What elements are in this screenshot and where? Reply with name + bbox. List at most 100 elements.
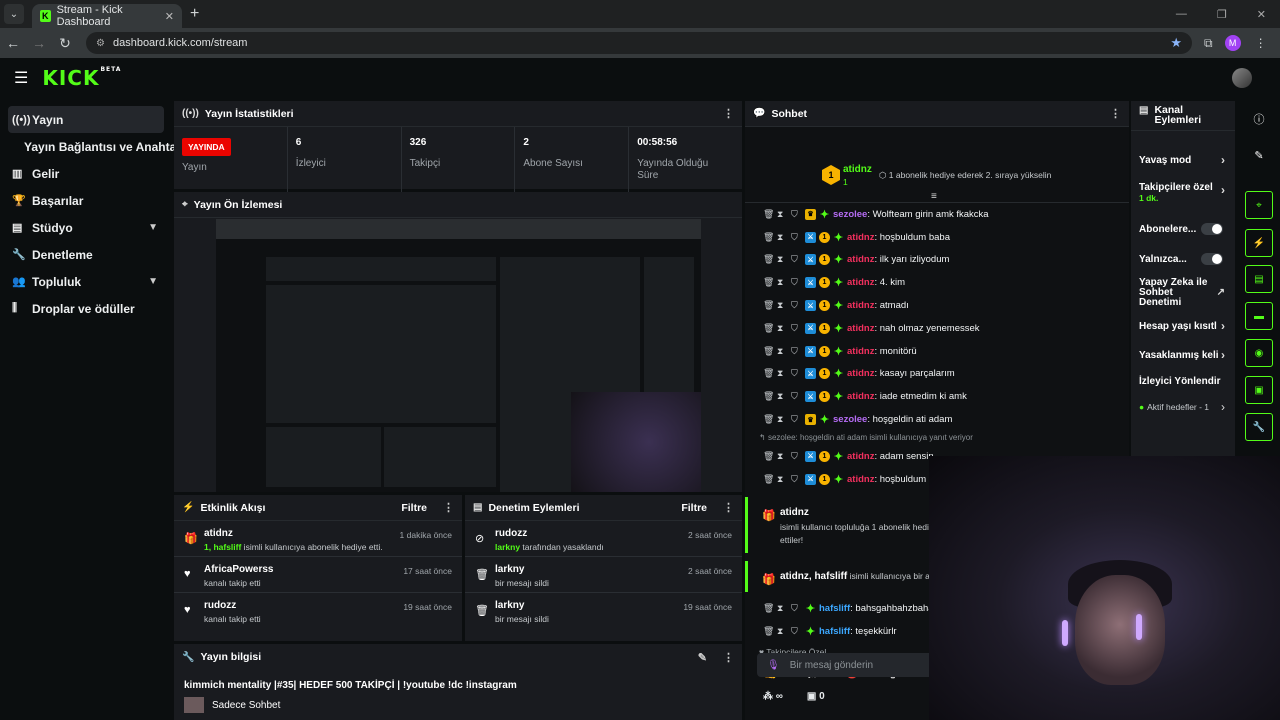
address-bar[interactable]: ⚙ dashboard.kick.com/stream ★ xyxy=(86,32,1192,54)
sidebar-item-denetleme[interactable]: 🔧 Denetleme xyxy=(0,241,172,268)
sidebar-item-basarilar[interactable]: 🏆 Başarılar xyxy=(0,187,172,214)
ban-shield-icon[interactable]: ⛉ xyxy=(791,232,805,243)
delete-icon[interactable]: 🗑 xyxy=(763,451,777,462)
ban-shield-icon[interactable]: ⛉ xyxy=(791,414,805,425)
chat-username[interactable]: atidnz xyxy=(847,232,874,243)
edit-pencil-icon[interactable]: ✎ xyxy=(1245,141,1273,169)
new-tab-icon[interactable]: + xyxy=(190,5,199,23)
filter-button[interactable]: Filtre xyxy=(681,502,707,514)
ban-shield-icon[interactable]: ⛉ xyxy=(791,391,805,402)
hamburger-menu-icon[interactable]: ☰ xyxy=(14,68,28,88)
delete-icon[interactable]: 🗑 xyxy=(763,368,777,379)
ban-shield-icon[interactable]: ⛉ xyxy=(791,277,805,288)
emotes-only-action[interactable]: Yalnızca... xyxy=(1131,245,1235,273)
chat-username[interactable]: atidnz xyxy=(847,277,874,288)
delete-icon[interactable]: 🗑 xyxy=(763,254,777,265)
timeout-icon[interactable]: ⧗ xyxy=(777,474,791,485)
delete-icon[interactable]: 🗑 xyxy=(763,346,777,357)
lightning-icon[interactable]: ⚡ xyxy=(1245,229,1273,257)
timeout-icon[interactable]: ⧗ xyxy=(777,277,791,288)
chat-username[interactable]: atidnz xyxy=(847,474,874,485)
close-window-icon[interactable]: ✕ xyxy=(1257,8,1266,21)
chat-username[interactable]: atidnz xyxy=(847,368,874,379)
minimize-icon[interactable]: — xyxy=(1176,8,1187,21)
timeout-icon[interactable]: ⧗ xyxy=(777,232,791,243)
timeout-icon[interactable]: ⧗ xyxy=(777,323,791,334)
ban-shield-icon[interactable]: ⛉ xyxy=(791,254,805,265)
restore-icon[interactable]: ❐ xyxy=(1217,8,1227,21)
timeout-icon[interactable]: ⧗ xyxy=(777,254,791,265)
chat-username[interactable]: atidnz xyxy=(847,300,874,311)
ban-shield-icon[interactable]: ⛉ xyxy=(791,603,805,614)
account-age-action[interactable]: Hesap yaşı kısıtl › xyxy=(1131,313,1235,339)
kick-logo[interactable]: KICKBETA xyxy=(42,66,121,90)
ban-shield-icon[interactable]: ⛉ xyxy=(791,300,805,311)
delete-icon[interactable]: 🗑 xyxy=(763,232,777,243)
emotes-only-toggle[interactable] xyxy=(1201,253,1223,265)
browser-tab[interactable]: K Stream - Kick Dashboard ✕ xyxy=(32,4,182,28)
bookmark-star-icon[interactable]: ★ xyxy=(1170,35,1182,51)
timeout-icon[interactable]: ⧗ xyxy=(777,346,791,357)
layout-icon[interactable]: ▣ xyxy=(1245,376,1273,404)
raid-action[interactable]: İzleyici Yönlendir xyxy=(1131,371,1235,391)
ban-shield-icon[interactable]: ⛉ xyxy=(791,209,805,220)
active-goals-action[interactable]: ● Aktif hedefler - 1 › xyxy=(1131,391,1235,423)
slow-mode-action[interactable]: Yavaş mod › xyxy=(1131,143,1235,177)
subscribers-only-toggle[interactable] xyxy=(1201,223,1223,235)
sidebar-item-gelir[interactable]: ▥ Gelir xyxy=(0,160,172,187)
delete-icon[interactable]: 🗑 xyxy=(763,626,777,637)
points-icon[interactable]: ⁂ ∞ xyxy=(763,691,783,702)
user-avatar[interactable] xyxy=(1232,68,1252,88)
chat-username[interactable]: atidnz xyxy=(847,254,874,265)
preview-toggle-icon[interactable]: ⌖ xyxy=(1245,191,1273,219)
collapse-icon[interactable]: ≡ xyxy=(931,191,937,202)
timeout-icon[interactable]: ⧗ xyxy=(777,414,791,425)
more-options-icon[interactable]: ⋮ xyxy=(1110,107,1121,120)
more-options-icon[interactable]: ⋮ xyxy=(723,107,734,120)
chat-username[interactable]: atidnz xyxy=(847,323,874,334)
ban-shield-icon[interactable]: ⛉ xyxy=(791,474,805,485)
extensions-icon[interactable]: ⧉ xyxy=(1204,36,1213,51)
delete-icon[interactable]: 🗑 xyxy=(763,474,777,485)
chat-username[interactable]: atidnz xyxy=(847,346,874,357)
timeout-icon[interactable]: ⧗ xyxy=(777,451,791,462)
chat-username[interactable]: sezolee xyxy=(833,209,867,220)
pinned-user[interactable]: atidnz xyxy=(843,164,872,175)
filter-button[interactable]: Filtre xyxy=(401,502,427,514)
ban-shield-icon[interactable]: ⛉ xyxy=(791,368,805,379)
delete-icon[interactable]: 🗑 xyxy=(763,323,777,334)
forward-icon[interactable]: → xyxy=(26,35,52,51)
followers-only-action[interactable]: Takipçilere özel 1 dk. › xyxy=(1131,177,1235,207)
sidebar-item-yayin[interactable]: ((•)) Yayın xyxy=(8,106,164,133)
delete-icon[interactable]: 🗑 xyxy=(763,300,777,311)
back-icon[interactable]: ← xyxy=(0,35,26,51)
sidebar-item-topluluk[interactable]: 👥 Topluluk ▼ xyxy=(0,268,172,295)
chat-username[interactable]: hafsliff xyxy=(819,626,850,637)
timeout-icon[interactable]: ⧗ xyxy=(777,368,791,379)
timeout-icon[interactable]: ⧗ xyxy=(777,603,791,614)
more-options-icon[interactable]: ⋮ xyxy=(723,651,734,664)
edit-pencil-icon[interactable]: ✎ xyxy=(698,651,707,664)
timeout-icon[interactable]: ⧗ xyxy=(777,209,791,220)
ban-shield-icon[interactable]: ⛉ xyxy=(791,323,805,334)
close-tab-icon[interactable]: ✕ xyxy=(165,10,174,23)
tab-search-icon[interactable]: ⌄ xyxy=(4,4,24,24)
sidebar-item-droplar[interactable]: ⫼ Droplar ve ödüller xyxy=(0,295,172,322)
delete-icon[interactable]: 🗑 xyxy=(763,277,777,288)
sidebar-item-stream-key[interactable]: Yayın Bağlantısı ve Anahtarı xyxy=(0,133,184,160)
stream-category[interactable]: Sadece Sohbet xyxy=(212,700,280,711)
delete-icon[interactable]: 🗑 xyxy=(763,414,777,425)
timeout-icon[interactable]: ⧗ xyxy=(777,626,791,637)
ban-shield-icon[interactable]: ⛉ xyxy=(791,626,805,637)
reload-icon[interactable]: ↻ xyxy=(52,35,78,52)
ban-shield-icon[interactable]: ⛉ xyxy=(791,346,805,357)
timeout-icon[interactable]: ⧗ xyxy=(777,391,791,402)
subscribers-only-action[interactable]: Abonelere... xyxy=(1131,213,1235,245)
document-icon[interactable]: ▤ xyxy=(1245,265,1273,293)
chat-username[interactable]: atidnz xyxy=(847,451,874,462)
ai-moderation-action[interactable]: Yapay Zeka ile Sohbet Denetimi ↗ xyxy=(1131,273,1235,313)
delete-icon[interactable]: 🗑 xyxy=(763,603,777,614)
site-info-icon[interactable]: ⚙ xyxy=(96,38,105,49)
chat-bubble-icon[interactable]: ▬ xyxy=(1245,302,1273,330)
timeout-icon[interactable]: ⧗ xyxy=(777,300,791,311)
